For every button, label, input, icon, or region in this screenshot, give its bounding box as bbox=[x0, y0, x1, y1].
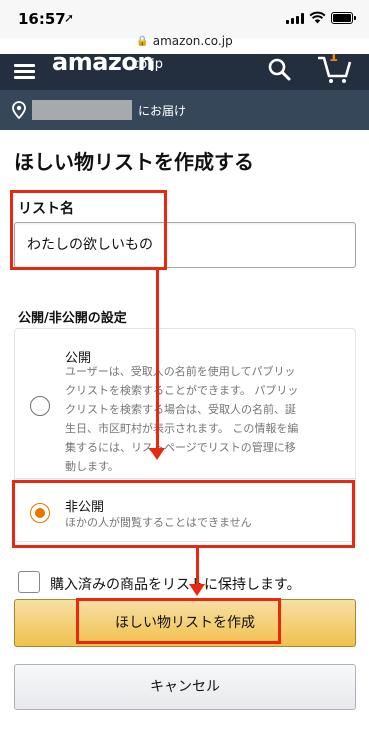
keep-purchased-checkbox[interactable] bbox=[18, 571, 40, 593]
location-pin-icon bbox=[12, 101, 26, 119]
url-bar[interactable]: 🔒 amazon.co.jp bbox=[0, 34, 369, 48]
public-description: ユーザーは、受取人の名前を使用してパブリッ クリストを検索することができます。 … bbox=[65, 365, 299, 473]
option-public[interactable]: 公開 ユーザーは、受取人の名前を使用してパブリッ クリストを検索することができま… bbox=[14, 328, 356, 478]
url-text: amazon.co.jp bbox=[152, 34, 233, 48]
annotation-arrow-head bbox=[149, 448, 165, 460]
site-header: amazon .co.jp 1 bbox=[0, 54, 369, 90]
annotation-box-create bbox=[76, 598, 281, 644]
keep-purchased-label[interactable]: 購入済みの商品をリストに保持します。 bbox=[50, 574, 301, 594]
annotation-arrow-line bbox=[156, 270, 159, 450]
signal-icon bbox=[286, 13, 304, 24]
public-radio[interactable] bbox=[30, 396, 50, 416]
annotation-box-list-name bbox=[10, 190, 167, 270]
status-bar: 16:57 ➚ bbox=[0, 0, 369, 38]
battery-icon bbox=[331, 12, 356, 24]
page-title: ほしい物リストを作成する bbox=[14, 150, 254, 174]
annotation-box-private bbox=[12, 480, 355, 548]
clock: 16:57 bbox=[18, 10, 66, 28]
privacy-settings-label: 公開/非公開の設定 bbox=[18, 311, 127, 326]
redacted-address bbox=[32, 100, 132, 120]
wifi-icon bbox=[309, 11, 326, 24]
delivery-label: にお届け bbox=[138, 104, 187, 118]
search-icon[interactable] bbox=[266, 56, 292, 82]
cancel-button[interactable]: キャンセル bbox=[14, 664, 356, 710]
cart-count: 1 bbox=[329, 54, 339, 65]
logo-domain: .co.jp bbox=[128, 57, 164, 72]
lock-icon: 🔒 bbox=[136, 36, 149, 47]
annotation-arrow-line-2 bbox=[196, 548, 199, 586]
menu-icon[interactable] bbox=[14, 64, 35, 79]
delivery-bar[interactable]: にお届け bbox=[0, 90, 369, 130]
location-arrow-icon: ➚ bbox=[64, 11, 75, 25]
annotation-arrow-head-2 bbox=[189, 584, 205, 596]
